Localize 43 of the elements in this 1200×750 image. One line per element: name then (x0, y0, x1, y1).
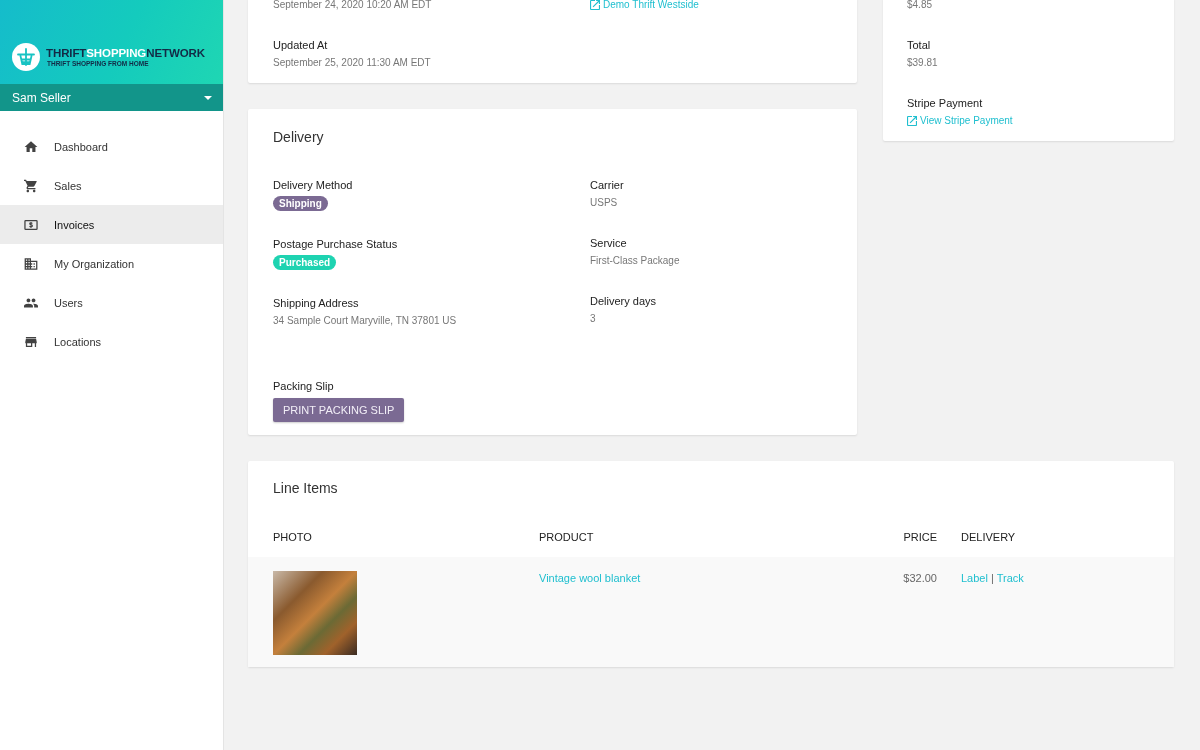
store-icon (24, 334, 38, 349)
field-value: 34 Sample Court Maryville, TN 37801 US (273, 314, 457, 328)
field-value: $39.81 (907, 56, 938, 70)
card-title: Delivery (273, 128, 325, 147)
field-label: Delivery Method (273, 178, 353, 192)
status-badge: Purchased (273, 255, 337, 270)
external-link[interactable]: Demo Thrift Westside (590, 0, 699, 12)
field-label: Packing Slip (273, 379, 334, 393)
logo-wordmark: THRIFTSHOPPINGNETWORK (46, 47, 205, 60)
column-header: DELIVERY (961, 530, 1016, 544)
external-link-icon (907, 116, 917, 126)
print-packing-slip-button[interactable]: PRINT PACKING SLIP (273, 398, 405, 422)
card-title: Line Items (272, 479, 339, 498)
field-label: Total (907, 38, 931, 52)
building-icon (24, 256, 38, 271)
home-icon (24, 139, 38, 154)
column-header: PHOTO (273, 530, 312, 544)
field-label: Service (590, 236, 627, 250)
basket-logo-icon (12, 43, 40, 71)
dollar-bill-icon (24, 217, 38, 232)
field-label: Updated At (273, 38, 328, 52)
user-menu-button[interactable]: Sam Seller (0, 84, 223, 111)
field-value: 3 (590, 312, 596, 326)
column-header: PRICE (903, 530, 937, 544)
status-badge: Shipping (273, 196, 328, 211)
external-link-icon (590, 0, 600, 10)
external-link[interactable]: View Stripe Payment (907, 114, 1013, 128)
nav-item[interactable]: Invoices (0, 205, 223, 244)
price-text: $32.00 (903, 571, 937, 585)
field-label: Shipping Address (273, 296, 359, 310)
field-value: USPS (590, 196, 618, 210)
field-label: Carrier (590, 178, 624, 192)
column-header: PRODUCT (539, 530, 594, 544)
caret-icon (204, 95, 212, 100)
field-label: Stripe Payment (907, 96, 983, 110)
field-label: Postage Purchase Status (273, 237, 398, 251)
field-label: Delivery days (590, 294, 657, 308)
field-value: September 24, 2020 10:20 AM EDT (273, 0, 432, 12)
field-value: First-Class Package (590, 254, 680, 268)
field-value: $4.85 (907, 0, 933, 12)
link-separator: | (990, 571, 994, 585)
cart-icon (24, 178, 38, 193)
field-value: September 25, 2020 11:30 AM EDT (273, 56, 431, 70)
